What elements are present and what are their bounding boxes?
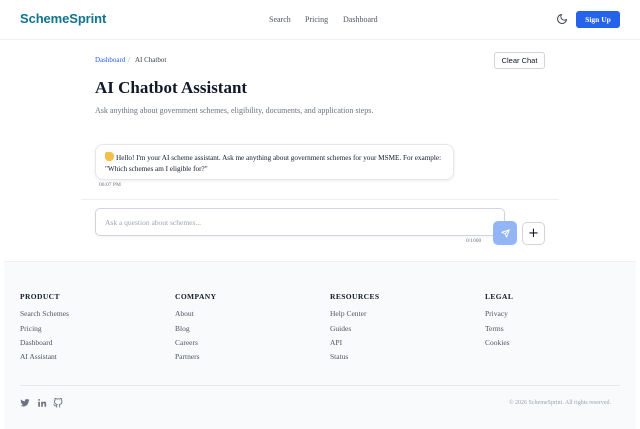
plus-icon: + xyxy=(528,226,539,241)
footer-link-about[interactable]: About xyxy=(175,309,194,318)
chat-input[interactable] xyxy=(95,208,505,236)
nav-search-link[interactable]: Search xyxy=(269,15,291,24)
footer-heading-resources: RESOURCES xyxy=(330,292,380,301)
assistant-message-bubble: Hello! I'm your AI scheme assistant. Ask… xyxy=(95,144,454,180)
sign-up-button[interactable]: Sign Up xyxy=(576,11,620,28)
top-navbar: SchemeSprint Search Pricing Dashboard Si… xyxy=(0,0,640,40)
nav-dashboard-link[interactable]: Dashboard xyxy=(343,15,378,24)
footer-link-api[interactable]: API xyxy=(330,338,342,347)
footer-link-terms[interactable]: Terms xyxy=(485,324,504,333)
message-text: Hello! I'm your AI scheme assistant. Ask… xyxy=(105,154,442,173)
send-button[interactable] xyxy=(493,221,517,245)
footer-link-search-schemes[interactable]: Search Schemes xyxy=(20,309,69,318)
footer-link-partners[interactable]: Partners xyxy=(175,352,200,361)
waving-hand-icon xyxy=(105,152,114,161)
footer-heading-legal: LEGAL xyxy=(485,292,514,301)
breadcrumb-separator: / xyxy=(128,56,130,64)
footer-heading-product: PRODUCT xyxy=(20,292,60,301)
character-counter: 0/1000 xyxy=(466,238,482,244)
page-title: AI Chatbot Assistant xyxy=(95,78,248,97)
logo[interactable]: SchemeSprint xyxy=(20,11,106,26)
nav-pricing-link[interactable]: Pricing xyxy=(305,15,328,24)
linkedin-icon[interactable] xyxy=(37,398,47,408)
footer-link-pricing[interactable]: Pricing xyxy=(20,324,42,333)
footer-link-cookies[interactable]: Cookies xyxy=(485,338,510,347)
copyright-text: © 2026 SchemeSprint. All rights reserved… xyxy=(509,400,612,406)
footer-link-guides[interactable]: Guides xyxy=(330,324,351,333)
page-subtitle: Ask anything about government schemes, e… xyxy=(95,106,374,115)
footer-link-privacy[interactable]: Privacy xyxy=(485,309,508,318)
send-icon xyxy=(500,228,510,238)
breadcrumb-current: AI Chatbot xyxy=(135,56,167,64)
footer-link-ai-assistant[interactable]: AI Assistant xyxy=(20,352,57,361)
footer-link-dashboard[interactable]: Dashboard xyxy=(20,338,53,347)
chat-divider xyxy=(81,199,559,200)
footer-link-careers[interactable]: Careers xyxy=(175,338,198,347)
footer-link-status[interactable]: Status xyxy=(330,352,348,361)
moon-icon[interactable] xyxy=(556,13,568,25)
breadcrumb-dashboard-link[interactable]: Dashboard xyxy=(95,56,125,64)
clear-chat-button[interactable]: Clear Chat xyxy=(494,52,545,69)
footer-divider xyxy=(20,385,620,386)
add-attachment-button[interactable]: + xyxy=(522,222,545,245)
footer-link-blog[interactable]: Blog xyxy=(175,324,190,333)
github-icon[interactable] xyxy=(53,398,63,408)
twitter-icon[interactable] xyxy=(20,398,30,408)
footer-heading-company: COMPANY xyxy=(175,292,217,301)
footer-link-help-center[interactable]: Help Center xyxy=(330,309,366,318)
message-timestamp: 06:07 PM xyxy=(99,182,121,188)
